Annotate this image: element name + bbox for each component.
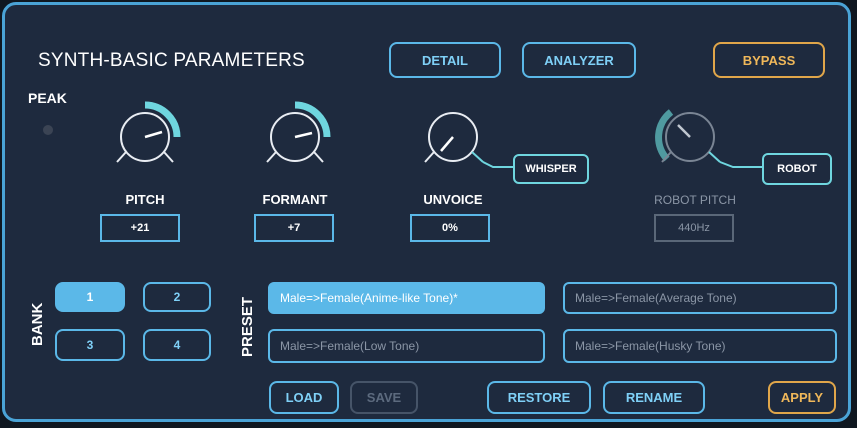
pitch-value-field[interactable]: +21 <box>100 214 180 242</box>
robot-pitch-value-field[interactable]: 440Hz <box>654 214 734 242</box>
whisper-toggle[interactable]: WHISPER <box>513 154 589 184</box>
rename-button[interactable]: RENAME <box>603 381 705 414</box>
preset-slot-3[interactable]: Male=>Female(Low Tone) <box>268 329 545 363</box>
preset-slot-1[interactable]: Male=>Female(Anime-like Tone)* <box>268 282 545 314</box>
bank-label: BANK <box>29 302 46 346</box>
unvoice-label: UNVOICE <box>423 192 483 207</box>
save-button[interactable]: SAVE <box>350 381 418 414</box>
bypass-button[interactable]: BYPASS <box>713 42 825 78</box>
page-title: SYNTH-BASIC PARAMETERS <box>38 50 305 71</box>
formant-knob[interactable] <box>250 95 340 175</box>
formant-label: FORMANT <box>262 192 328 207</box>
pitch-label: PITCH <box>125 192 165 207</box>
unvoice-value-field[interactable]: 0% <box>410 214 490 242</box>
restore-button[interactable]: RESTORE <box>487 381 591 414</box>
pitch-knob[interactable] <box>100 95 190 175</box>
bank-button-4[interactable]: 4 <box>143 329 211 361</box>
preset-slot-4[interactable]: Male=>Female(Husky Tone) <box>563 329 837 363</box>
peak-label: PEAK <box>28 90 67 106</box>
robot-toggle[interactable]: ROBOT <box>762 153 832 185</box>
apply-button[interactable]: APPLY <box>768 381 836 414</box>
peak-indicator-led <box>43 125 53 135</box>
bank-button-1[interactable]: 1 <box>55 282 125 312</box>
robot-pitch-label: ROBOT PITCH <box>654 193 736 207</box>
load-button[interactable]: LOAD <box>269 381 339 414</box>
preset-slot-2[interactable]: Male=>Female(Average Tone) <box>563 282 837 314</box>
bank-button-2[interactable]: 2 <box>143 282 211 312</box>
robot-pitch-knob[interactable] <box>645 95 762 175</box>
formant-value-field[interactable]: +7 <box>254 214 334 242</box>
detail-button[interactable]: DETAIL <box>389 42 501 78</box>
preset-label: PRESET <box>239 296 256 357</box>
analyzer-button[interactable]: ANALYZER <box>522 42 636 78</box>
unvoice-knob[interactable] <box>408 95 513 175</box>
bank-button-3[interactable]: 3 <box>55 329 125 361</box>
